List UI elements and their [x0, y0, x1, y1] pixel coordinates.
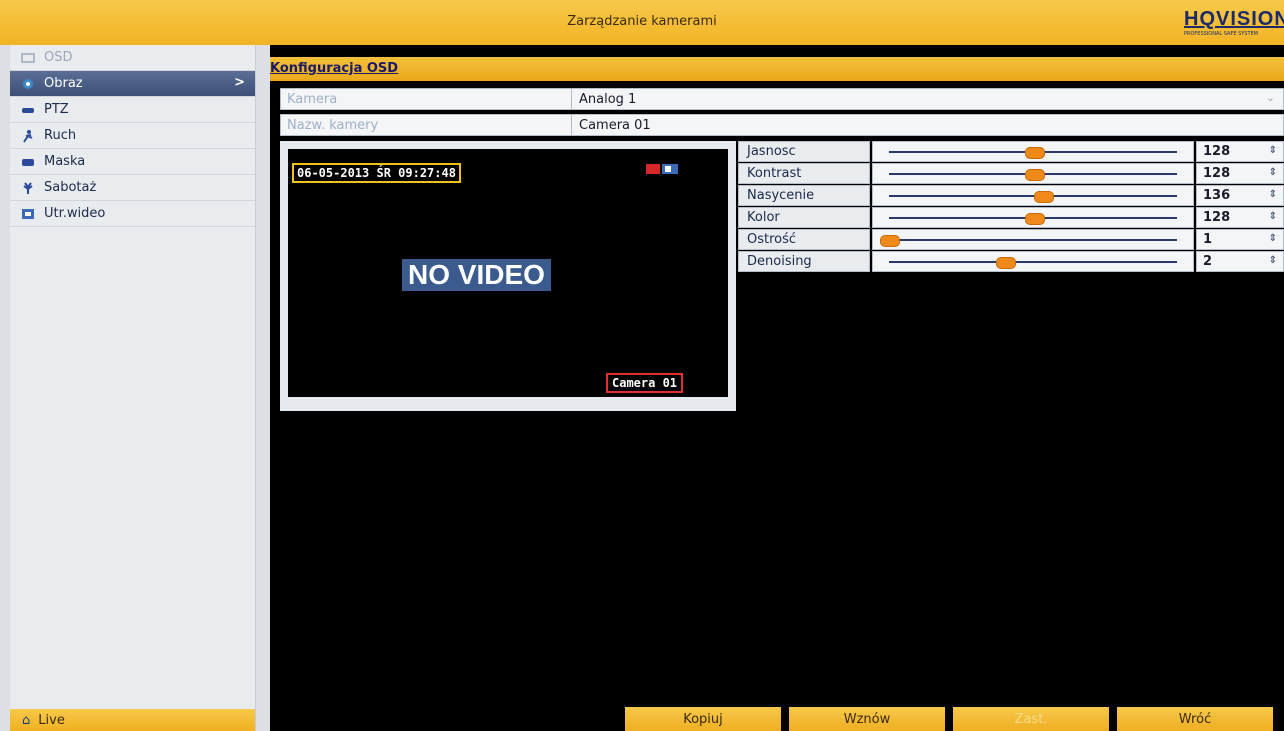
camera-value[interactable]: Analog 1: [579, 92, 636, 107]
preview-frame: 06-05-2013 ŚR 09:27:48 NO VIDEO Camera 0…: [280, 141, 736, 411]
live-label: Live: [38, 712, 65, 728]
adjust-label: Kontrast: [738, 163, 870, 184]
record-status-icon: [646, 164, 678, 174]
adjust-slider[interactable]: [872, 251, 1194, 272]
chevron-down-icon[interactable]: ⌄: [1266, 91, 1275, 104]
logo-subtext: PROFESSIONAL SAFE SYSTEM: [1184, 31, 1258, 37]
adjust-label: Jasnosc: [738, 141, 870, 162]
adjust-value-text: 1: [1203, 232, 1213, 247]
adjust-label: Ostrość: [738, 229, 870, 250]
adjust-row-kontrast: Kontrast 128 ⇕: [738, 163, 1284, 185]
tamper-icon: [20, 181, 36, 195]
adjust-row-ostrość: Ostrość 1 ⇕: [738, 229, 1284, 251]
spinner-icon[interactable]: ⇕: [1269, 189, 1277, 200]
slider-handle[interactable]: [1025, 213, 1045, 225]
motion-icon: [20, 129, 36, 143]
sidebar-item-ptz[interactable]: PTZ: [10, 97, 255, 123]
adjust-label: Kolor: [738, 207, 870, 228]
adjust-slider[interactable]: [872, 229, 1194, 250]
adjust-value[interactable]: 136 ⇕: [1196, 185, 1284, 206]
adjust-slider[interactable]: [872, 207, 1194, 228]
adjust-value-text: 2: [1203, 254, 1213, 269]
divider: [571, 89, 572, 109]
home-icon: ⌂: [22, 712, 31, 728]
sidebar-item-ruch[interactable]: Ruch: [10, 123, 255, 149]
image-adjustments: Jasnosc 128 ⇕ Kontrast 128 ⇕ Nasycenie 136 ⇕ Kolo…: [738, 141, 1284, 275]
spinner-icon[interactable]: ⇕: [1269, 211, 1277, 222]
adjust-value-text: 128: [1203, 166, 1231, 181]
copy-button[interactable]: Kopiuj: [625, 707, 781, 731]
adjust-row-nasycenie: Nasycenie 136 ⇕: [738, 185, 1284, 207]
window-title: Zarządzanie kamerami: [567, 14, 717, 29]
osd-camera-name-overlay[interactable]: Camera 01: [606, 373, 684, 393]
adjust-slider[interactable]: [872, 163, 1194, 184]
spinner-icon[interactable]: ⇕: [1269, 145, 1277, 156]
image-icon: [20, 77, 36, 91]
live-button[interactable]: ⌂ Live: [10, 709, 255, 731]
sidebar: OSD Obraz > PTZ Ruch Maska Sabotaż Utr.w…: [10, 45, 256, 731]
adjust-value[interactable]: 1 ⇕: [1196, 229, 1284, 250]
adjust-slider[interactable]: [872, 141, 1194, 162]
adjust-value[interactable]: 2 ⇕: [1196, 251, 1284, 272]
chevron-right-icon: >: [234, 75, 245, 90]
sidebar-item-sabotaz[interactable]: Sabotaż: [10, 175, 255, 201]
adjust-slider[interactable]: [872, 185, 1194, 206]
sidebar-item-label: Maska: [44, 154, 86, 169]
spinner-icon[interactable]: ⇕: [1269, 167, 1277, 178]
camera-name-label: Nazw. kamery: [287, 118, 379, 133]
osd-date-overlay[interactable]: 06-05-2013 ŚR 09:27:48: [292, 163, 461, 183]
sidebar-item-maska[interactable]: Maska: [10, 149, 255, 175]
title-bar: Zarządzanie kamerami HQVISION PROFESSION…: [0, 0, 1284, 45]
spinner-icon[interactable]: ⇕: [1269, 255, 1277, 266]
adjust-row-denoising: Denoising 2 ⇕: [738, 251, 1284, 273]
adjust-value[interactable]: 128 ⇕: [1196, 163, 1284, 184]
section-title[interactable]: Konfiguracja OSD: [270, 61, 398, 76]
osd-icon: [20, 51, 36, 65]
sidebar-item-label: Utr.wideo: [44, 206, 106, 221]
slider-handle[interactable]: [880, 235, 900, 247]
sidebar-item-utr-wideo[interactable]: Utr.wideo: [10, 201, 255, 227]
sidebar-item-obraz[interactable]: Obraz >: [10, 71, 255, 97]
divider: [571, 115, 572, 135]
adjust-label: Denoising: [738, 251, 870, 272]
adjust-value[interactable]: 128 ⇕: [1196, 207, 1284, 228]
apply-button[interactable]: Zast.: [953, 707, 1109, 731]
slider-track: [889, 261, 1177, 263]
brand-logo: HQVISION PROFESSIONAL SAFE SYSTEM: [1164, 8, 1284, 38]
sidebar-item-label: Ruch: [44, 128, 77, 143]
slider-handle[interactable]: [1033, 191, 1054, 203]
adjust-value-text: 128: [1203, 210, 1231, 225]
slider-handle[interactable]: [1025, 147, 1045, 159]
adjust-row-kolor: Kolor 128 ⇕: [738, 207, 1284, 229]
sidebar-item-osd[interactable]: OSD: [10, 45, 255, 71]
section-header: Konfiguracja OSD: [270, 57, 1284, 81]
video-loss-icon: [20, 207, 36, 221]
adjust-value[interactable]: 128 ⇕: [1196, 141, 1284, 162]
spinner-icon[interactable]: ⇕: [1269, 233, 1277, 244]
button-bar: Kopiuj Wznów Zast. Wróć: [625, 707, 1275, 731]
slider-handle[interactable]: [1025, 169, 1045, 181]
logo-text: HQVISION: [1184, 8, 1284, 30]
camera-name-field[interactable]: Camera 01: [579, 118, 651, 133]
sidebar-item-label: Obraz: [44, 76, 83, 91]
sidebar-item-label: PTZ: [44, 102, 69, 117]
video-preview[interactable]: 06-05-2013 ŚR 09:27:48 NO VIDEO Camera 0…: [288, 149, 728, 397]
camera-label: Kamera: [287, 92, 338, 107]
adjust-value-text: 128: [1203, 144, 1231, 159]
adjust-label: Nasycenie: [738, 185, 870, 206]
back-button[interactable]: Wróć: [1117, 707, 1273, 731]
adjust-value-text: 136: [1203, 188, 1231, 203]
main-panel: Konfiguracja OSD Kamera Analog 1 ⌄ Nazw.…: [270, 45, 1284, 731]
sidebar-item-label: OSD: [44, 50, 73, 65]
mask-icon: [20, 155, 36, 169]
adjust-row-jasnosc: Jasnosc 128 ⇕: [738, 141, 1284, 163]
camera-name-row[interactable]: Nazw. kamery Camera 01: [280, 114, 1284, 136]
no-video-label: NO VIDEO: [402, 259, 551, 291]
restore-button[interactable]: Wznów: [789, 707, 945, 731]
slider-track: [889, 239, 1177, 241]
camera-select-row[interactable]: Kamera Analog 1 ⌄: [280, 88, 1284, 110]
ptz-icon: [20, 103, 36, 117]
sidebar-item-label: Sabotaż: [44, 180, 97, 195]
slider-handle[interactable]: [996, 257, 1016, 269]
